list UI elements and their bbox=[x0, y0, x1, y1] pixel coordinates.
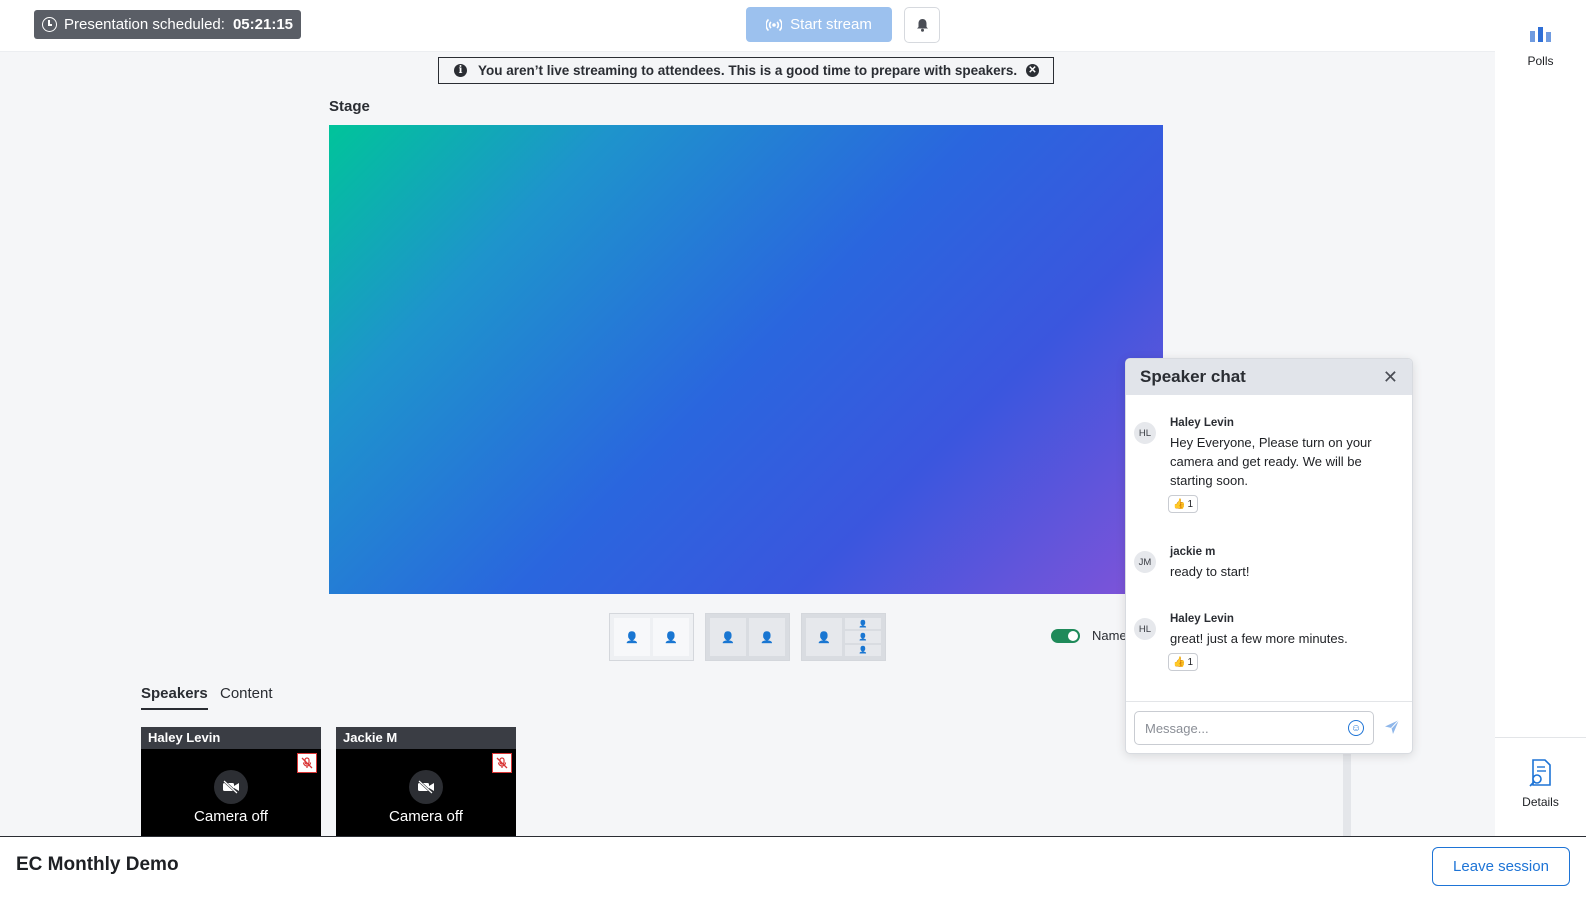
avatar: HL bbox=[1134, 618, 1156, 640]
chat-footer: ☺ bbox=[1126, 701, 1412, 753]
speaker-chat-panel: Speaker chat ✕ HL Haley Levin Hey Everyo… bbox=[1125, 358, 1413, 754]
thumbs-up-icon: 👍 bbox=[1172, 498, 1186, 510]
emoji-icon[interactable]: ☺ bbox=[1348, 720, 1364, 736]
tab-speakers[interactable]: Speakers bbox=[141, 685, 208, 710]
message-text: Hey Everyone, Please turn on your camera… bbox=[1170, 435, 1372, 488]
camera-status: Camera off bbox=[389, 808, 463, 825]
person-icon: 👤 bbox=[710, 618, 746, 656]
start-stream-label: Start stream bbox=[790, 16, 872, 33]
broadcast-icon bbox=[766, 18, 783, 31]
mic-muted-icon bbox=[297, 753, 317, 773]
reaction-badge[interactable]: 👍 1 bbox=[1168, 495, 1198, 513]
close-icon[interactable]: ✕ bbox=[1383, 367, 1398, 388]
reaction-count: 1 bbox=[1187, 656, 1193, 668]
speaker-name: Jackie M bbox=[336, 727, 516, 749]
speaker-tile-jackie[interactable]: Jackie M Camera off bbox=[336, 727, 516, 836]
message-author: Haley Levin bbox=[1170, 417, 1234, 429]
message-text: great! just a few more minutes. bbox=[1170, 631, 1348, 646]
person-icon: 👤 bbox=[845, 618, 881, 630]
avatar: JM bbox=[1134, 551, 1156, 573]
person-icon: 👤 bbox=[845, 631, 881, 643]
message-input[interactable] bbox=[1134, 711, 1374, 745]
camera-off-icon bbox=[409, 770, 443, 804]
camera-off-icon bbox=[214, 770, 248, 804]
rail-item-polls[interactable]: Polls bbox=[1495, 26, 1586, 68]
start-stream-button[interactable]: Start stream bbox=[746, 7, 892, 42]
info-icon: i bbox=[454, 64, 467, 77]
tab-content[interactable]: Content bbox=[220, 685, 273, 708]
details-icon bbox=[1528, 759, 1551, 787]
right-rail: Polls Details bbox=[1495, 0, 1586, 836]
polls-icon bbox=[1529, 27, 1551, 42]
bell-icon bbox=[916, 19, 928, 32]
clock-icon bbox=[42, 17, 57, 32]
layout-stack: 👤 👤 👤 bbox=[845, 618, 881, 656]
person-icon: 👤 bbox=[845, 644, 881, 656]
schedule-timer: 05:21:15 bbox=[232, 16, 293, 33]
send-icon[interactable] bbox=[1384, 719, 1400, 735]
chat-title: Speaker chat bbox=[1140, 367, 1246, 386]
person-icon: 👤 bbox=[614, 618, 650, 656]
camera-status: Camera off bbox=[194, 808, 268, 825]
message-author: jackie m bbox=[1170, 546, 1216, 558]
details-label: Details bbox=[1522, 795, 1559, 809]
top-bar: Presentation scheduled: 05:21:15 Start s… bbox=[0, 0, 1495, 52]
speaker-tile-haley[interactable]: Haley Levin Camera off bbox=[141, 727, 321, 836]
message-text: ready to start! bbox=[1170, 564, 1250, 579]
bottom-bar: EC Monthly Demo Leave session bbox=[0, 836, 1586, 898]
schedule-label: Presentation scheduled: bbox=[64, 16, 225, 33]
person-icon: 👤 bbox=[806, 618, 842, 656]
schedule-indicator: Presentation scheduled: 05:21:15 bbox=[34, 10, 301, 39]
notifications-button[interactable] bbox=[904, 7, 940, 43]
banner-close-icon[interactable]: ✕ bbox=[1026, 64, 1039, 77]
reaction-badge[interactable]: 👍 1 bbox=[1168, 653, 1198, 671]
chat-header: Speaker chat ✕ bbox=[1126, 359, 1412, 395]
rail-divider bbox=[1495, 737, 1586, 738]
leave-session-button[interactable]: Leave session bbox=[1432, 847, 1570, 886]
banner-message: You aren’t live streaming to attendees. … bbox=[478, 63, 1018, 78]
reaction-count: 1 bbox=[1187, 498, 1193, 510]
stage-title: Stage bbox=[329, 98, 370, 115]
stage-canvas bbox=[329, 125, 1163, 594]
rail-item-details[interactable]: Details bbox=[1495, 759, 1586, 809]
layout-option-side-by-side[interactable]: 👤 👤 bbox=[609, 613, 694, 661]
names-toggle[interactable] bbox=[1051, 629, 1080, 643]
message-author: Haley Levin bbox=[1170, 613, 1234, 625]
mic-muted-icon bbox=[492, 753, 512, 773]
person-icon: 👤 bbox=[653, 618, 689, 656]
session-title: EC Monthly Demo bbox=[16, 854, 179, 875]
layout-option-two-up[interactable]: 👤 👤 bbox=[705, 613, 790, 661]
polls-label: Polls bbox=[1527, 54, 1554, 68]
layout-option-grid[interactable]: 👤 👤 👤 👤 bbox=[801, 613, 886, 661]
thumbs-up-icon: 👍 bbox=[1172, 656, 1186, 668]
streaming-banner: i You aren’t live streaming to attendees… bbox=[438, 57, 1054, 84]
avatar: HL bbox=[1134, 422, 1156, 444]
person-icon: 👤 bbox=[749, 618, 785, 656]
speaker-name: Haley Levin bbox=[141, 727, 321, 749]
